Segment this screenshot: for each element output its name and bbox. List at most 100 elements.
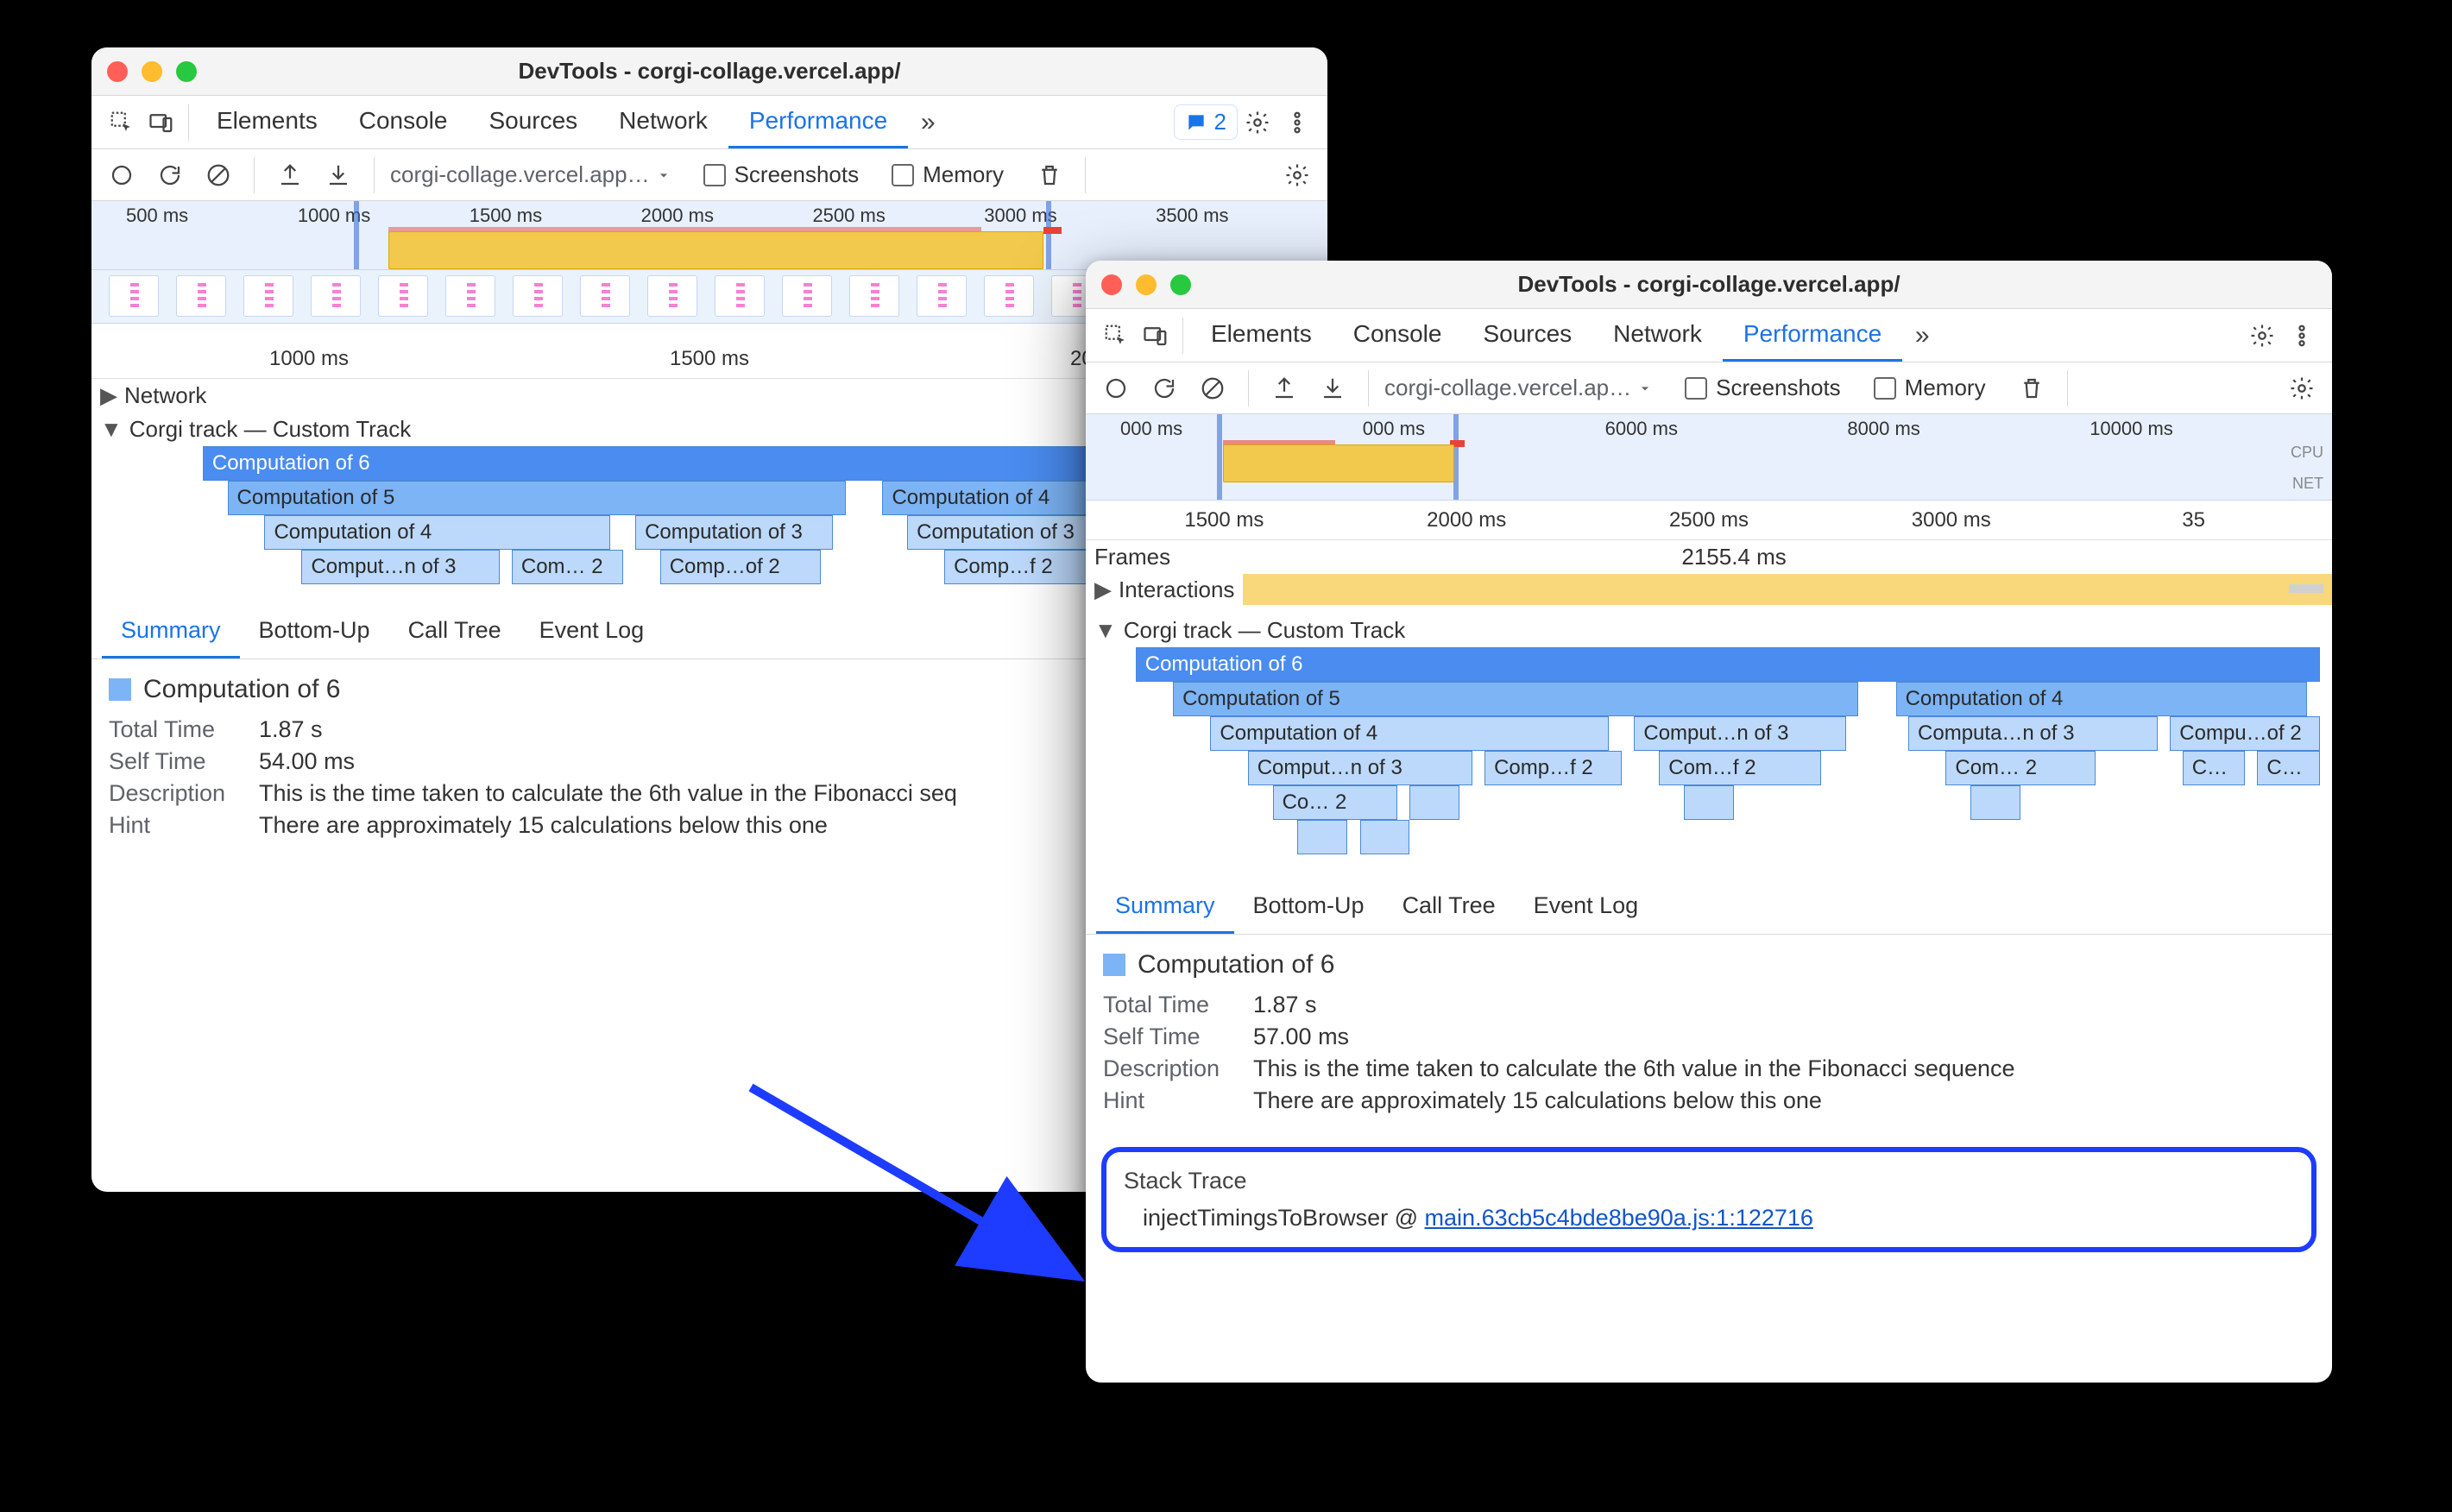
record-icon[interactable] [1096,369,1136,408]
capture-settings-gear-icon[interactable] [1277,155,1317,195]
tab-sources[interactable]: Sources [1462,309,1592,362]
tab-sources[interactable]: Sources [468,96,598,148]
flame-cell[interactable]: Comput…n of 3 [301,550,499,584]
flame-cell[interactable]: Com…f 2 [1659,751,1821,785]
reload-icon[interactable] [150,155,190,195]
timeline-overview[interactable]: 000 ms000 ms6000 ms8000 ms10000 ms CPU N… [1086,414,2332,501]
screenshots-checkbox[interactable]: Screenshots [703,161,860,188]
device-toolbar-icon[interactable] [1136,316,1176,356]
flame-cell[interactable]: C… [2183,751,2245,785]
flame-cell[interactable]: Compu…of 2 [2170,716,2319,751]
flame-cell[interactable]: C… [2257,751,2319,785]
screenshot-thumb[interactable] [647,275,697,317]
flame-cell[interactable]: Comp…of 2 [660,550,821,584]
flame-cell[interactable]: Comp…f 2 [944,550,1093,584]
flame-cell[interactable] [1970,785,2020,820]
upload-icon[interactable] [1264,369,1304,408]
inspect-element-icon[interactable] [102,103,142,142]
flame-cell[interactable]: Com… 2 [1945,751,2095,785]
detail-tab-summary[interactable]: Summary [1096,880,1234,934]
garbage-collect-icon[interactable] [1030,155,1069,195]
screenshot-thumb[interactable] [917,275,967,317]
flame-cell[interactable]: Computation of 5 [1173,682,1858,716]
flame-cell[interactable]: Comput…n of 3 [1248,751,1472,785]
detail-tab-call-tree[interactable]: Call Tree [389,605,520,658]
feedback-button[interactable]: 2 [1174,104,1238,140]
flame-cell[interactable]: Computation of 6 [1136,647,2320,682]
screenshot-thumb[interactable] [176,275,226,317]
custom-track-section-header[interactable]: ▼ Corgi track — Custom Track [1086,614,2332,647]
reload-icon[interactable] [1144,369,1184,408]
screenshot-thumb[interactable] [445,275,495,317]
kebab-menu-icon[interactable] [2282,316,2322,356]
flame-cell[interactable] [1360,820,1410,854]
recording-selector[interactable]: corgi-collage.vercel.app… [390,161,672,188]
screenshot-thumb[interactable] [782,275,832,317]
tab-elements[interactable]: Elements [1190,309,1333,362]
tab-performance[interactable]: Performance [728,96,908,148]
settings-gear-icon[interactable] [2242,316,2282,356]
flame-cell[interactable] [1409,785,1459,820]
flame-cell[interactable]: Comput…n of 3 [1634,716,1845,751]
capture-settings-gear-icon[interactable] [2282,369,2322,408]
titlebar[interactable]: DevTools - corgi-collage.vercel.app/ [1086,261,2332,309]
flame-cell[interactable]: Co… 2 [1273,785,1397,820]
flame-cell[interactable]: Computa…n of 3 [1908,716,2158,751]
garbage-collect-icon[interactable] [2012,369,2052,408]
detail-tab-call-tree[interactable]: Call Tree [1384,880,1515,934]
flame-cell[interactable] [1684,785,1734,820]
inspect-element-icon[interactable] [1096,316,1136,356]
screenshot-thumb[interactable] [109,275,159,317]
flame-cell[interactable]: Computation of 5 [228,481,846,515]
tab-console[interactable]: Console [338,96,469,148]
screenshot-thumb[interactable] [243,275,293,317]
screenshot-thumb[interactable] [378,275,428,317]
detail-tab-bottom-up[interactable]: Bottom-Up [1234,880,1384,934]
minimize-icon[interactable] [1136,274,1157,295]
memory-checkbox[interactable]: Memory [1874,375,1986,401]
screenshot-thumb[interactable] [513,275,563,317]
settings-gear-icon[interactable] [1238,103,1277,142]
screenshot-thumb[interactable] [311,275,361,317]
zoom-icon[interactable] [1170,274,1191,295]
detail-tab-event-log[interactable]: Event Log [1515,880,1658,934]
device-toolbar-icon[interactable] [142,103,181,142]
clear-icon[interactable] [1193,369,1232,408]
time-ruler[interactable]: 1500 ms2000 ms2500 ms3000 ms35 [1086,501,2332,540]
more-tabs-chevron-icon[interactable]: » [908,103,948,142]
detail-tab-bottom-up[interactable]: Bottom-Up [240,605,389,658]
kebab-menu-icon[interactable] [1277,103,1317,142]
stack-trace-link[interactable]: main.63cb5c4bde8be90a.js:1:122716 [1425,1205,1813,1231]
titlebar[interactable]: DevTools - corgi-collage.vercel.app/ [91,47,1327,96]
flame-cell[interactable]: Computation of 4 [264,515,610,550]
timeline-overview[interactable]: 500 ms1000 ms1500 ms2000 ms2500 ms3000 m… [91,201,1327,270]
flame-cell[interactable]: Computation of 3 [635,515,833,550]
tab-network[interactable]: Network [1592,309,1723,362]
screenshots-checkbox[interactable]: Screenshots [1685,375,1841,401]
recording-selector[interactable]: corgi-collage.vercel.ap… [1384,375,1654,401]
memory-checkbox[interactable]: Memory [892,161,1004,188]
clear-icon[interactable] [199,155,238,195]
zoom-icon[interactable] [176,61,197,82]
flame-cell[interactable] [1297,820,1347,854]
close-icon[interactable] [1101,274,1122,295]
detail-tab-event-log[interactable]: Event Log [520,605,664,658]
tab-console[interactable]: Console [1333,309,1463,362]
flame-chart[interactable]: Computation of 6Computation of 5 Computat… [1086,647,2332,854]
minimize-icon[interactable] [142,61,162,82]
download-icon[interactable] [318,155,358,195]
close-icon[interactable] [107,61,128,82]
screenshot-thumb[interactable] [580,275,630,317]
download-icon[interactable] [1313,369,1352,408]
interactions-section-header[interactable]: ▶ Interactions [1086,574,2332,605]
upload-icon[interactable] [270,155,310,195]
flame-cell[interactable]: Computation of 4 [1896,682,2308,716]
more-tabs-chevron-icon[interactable]: » [1902,316,1942,356]
screenshot-thumb[interactable] [715,275,765,317]
flame-cell[interactable]: Comp…f 2 [1484,751,1622,785]
tab-performance[interactable]: Performance [1723,309,1902,362]
flame-cell[interactable]: Com… 2 [512,550,623,584]
detail-tab-summary[interactable]: Summary [102,605,240,658]
record-icon[interactable] [102,155,142,195]
screenshot-thumb[interactable] [984,275,1034,317]
